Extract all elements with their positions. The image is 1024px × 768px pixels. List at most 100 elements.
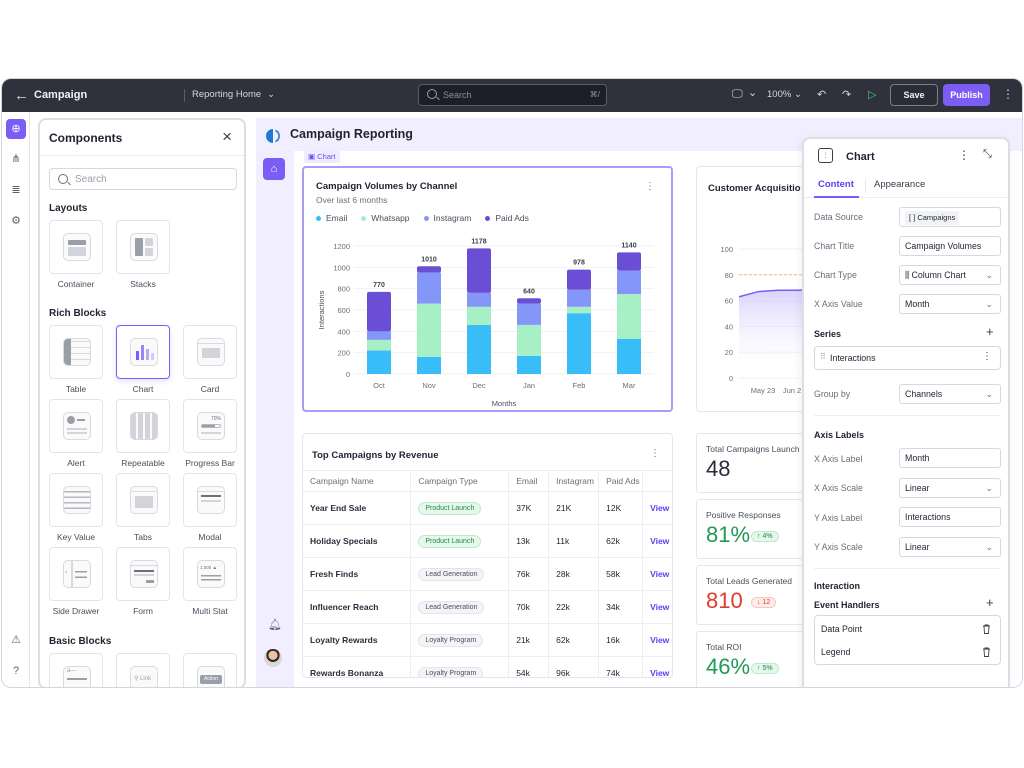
component-tile-progress-bar[interactable]: 70% <box>183 399 237 453</box>
undo-icon[interactable]: ↶ <box>817 88 826 101</box>
more-options-icon[interactable]: ⋮ <box>958 148 970 162</box>
stat-card[interactable]: Positive Responses 81% ↑ 4% <box>696 499 816 559</box>
component-tile-stacks[interactable] <box>116 220 170 274</box>
left-rail: ⊕ ⋔ ≣ ⚙ ⚠ ? <box>2 112 30 687</box>
campaign-volumes-chart-card[interactable]: Campaign Volumes by Channel Over last 6 … <box>302 166 673 412</box>
chevron-down-icon: ⌄ <box>985 270 993 280</box>
components-search-input[interactable]: Search <box>49 168 237 190</box>
stat-card[interactable]: Total Leads Generated 810 ↓ 12 <box>696 565 816 625</box>
chart-title-input[interactable]: Campaign Volumes <box>899 236 1001 256</box>
table-row[interactable]: Influencer Reach Lead Generation 70k 22k 34k… <box>303 590 672 624</box>
column-header[interactable]: Paid Ads <box>598 470 644 492</box>
notification-bell-icon[interactable]: 🔔︎ <box>268 618 282 631</box>
series-item[interactable]: ⠿ Interactions ⋮ <box>814 346 1001 370</box>
component-tile-card[interactable] <box>183 325 237 379</box>
tab-content[interactable]: Content <box>818 179 854 190</box>
tab-appearance[interactable]: Appearance <box>874 179 925 190</box>
component-tile-chart[interactable] <box>116 325 170 379</box>
collapse-icon[interactable]: ⤡ <box>983 148 992 161</box>
column-header[interactable]: Campaign Type <box>410 470 510 492</box>
table-row[interactable]: Loyalty Rewards Loyalty Program 21k 62k 16k V… <box>303 623 672 657</box>
component-tile-repeatable[interactable] <box>116 399 170 453</box>
chevron-down-icon[interactable]: ⌄ <box>748 86 757 99</box>
legend-item[interactable]: Email <box>316 213 347 223</box>
component-tile-modal[interactable] <box>183 473 237 527</box>
chart-more-icon[interactable]: ⋮ <box>645 181 655 192</box>
add-event-handler-icon[interactable]: + <box>986 595 994 610</box>
add-series-icon[interactable]: + <box>986 324 994 339</box>
x-axis-scale-select[interactable]: Linear ⌄ <box>899 478 1001 498</box>
back-arrow-icon[interactable]: ← <box>14 87 29 104</box>
view-details-link[interactable]: View Deta <box>650 569 672 579</box>
table-row[interactable]: Holiday Specials Product Launch 13k 11k 62k V… <box>303 524 672 558</box>
component-tile-tabs[interactable] <box>116 473 170 527</box>
help-icon[interactable]: ? <box>6 661 26 681</box>
view-details-link[interactable]: View Deta <box>650 635 672 645</box>
y-axis-scale-select[interactable]: Linear ⌄ <box>899 537 1001 557</box>
x-axis-label-value: Month <box>905 453 930 463</box>
user-avatar[interactable] <box>264 649 282 667</box>
component-tile-key-value[interactable] <box>49 473 103 527</box>
publish-button[interactable]: Publish <box>943 84 990 106</box>
delete-trash-icon[interactable] <box>982 647 991 657</box>
component-tile-alert[interactable] <box>49 399 103 453</box>
section-title-layouts: Layouts <box>49 203 88 214</box>
legend-item[interactable]: Instagram <box>423 213 471 223</box>
home-icon[interactable]: ⌂ <box>263 158 285 180</box>
stat-card[interactable]: Total Campaigns Launch 48 <box>696 433 816 493</box>
tree-structure-icon[interactable]: ⋔ <box>6 149 26 169</box>
add-component-icon[interactable]: ⊕ <box>6 119 26 139</box>
redo-icon[interactable]: ↷ <box>842 88 851 101</box>
component-tile-multi-stat[interactable]: 1,000 ▲ <box>183 547 237 601</box>
bar-segment <box>567 313 591 374</box>
tile-label: Repeatable <box>121 458 165 468</box>
zoom-level: 100% <box>767 89 792 100</box>
component-tile-container[interactable] <box>49 220 103 274</box>
close-icon[interactable]: × <box>222 127 232 147</box>
play-preview-icon[interactable]: ▷ <box>868 88 876 101</box>
settings-gear-icon[interactable]: ⚙ <box>6 211 26 231</box>
series-more-icon[interactable]: ⋮ <box>982 351 992 362</box>
component-tile-action[interactable]: Action <box>183 653 237 687</box>
view-details-link[interactable]: View Deta <box>650 602 672 612</box>
component-tile-table[interactable] <box>49 325 103 379</box>
table-more-icon[interactable]: ⋮ <box>650 448 660 459</box>
delete-trash-icon[interactable] <box>982 624 991 634</box>
stat-card[interactable]: Total ROI 46% ↑ 5% <box>696 631 816 687</box>
zoom-selector[interactable]: 100% ⌄ <box>767 89 802 100</box>
save-button[interactable]: Save <box>890 84 938 106</box>
table-row[interactable]: Fresh Finds Lead Generation 76k 28k 58k View … <box>303 557 672 591</box>
component-tile-link[interactable]: ⚲ Link <box>116 653 170 687</box>
view-details-link[interactable]: View Deta <box>650 668 672 677</box>
warning-icon[interactable]: ⚠ <box>6 630 26 650</box>
column-header[interactable]: Instagram <box>548 470 600 492</box>
table-row[interactable]: Rewards Bonanza Loyalty Program 54k 96k 74k V… <box>303 656 672 677</box>
y-axis-label-input[interactable]: Interactions <box>899 507 1001 527</box>
global-search-input[interactable]: Search ⌘/ <box>418 84 607 106</box>
column-header[interactable]: Email <box>508 470 550 492</box>
device-preview-icon[interactable]: 🖵 <box>732 88 743 101</box>
database-icon[interactable]: ≣ <box>6 180 26 200</box>
component-tile-text[interactable]: a—z <box>49 653 103 687</box>
group-by-select[interactable]: Channels ⌄ <box>899 384 1001 404</box>
x-tick-label: Jan <box>523 381 535 390</box>
more-options-icon[interactable]: ⋮ <box>1002 87 1014 101</box>
chart-type-select[interactable]: ⫼ Column Chart ⌄ <box>899 265 1001 285</box>
view-details-link[interactable]: View Deta <box>650 503 672 513</box>
customer-acquisition-card[interactable]: Customer Acquisitio 0 20 40 60 80 100 May 23 Ju… <box>696 166 816 412</box>
legend-item[interactable]: Paid Ads <box>485 213 529 223</box>
legend-item[interactable]: Whatsapp <box>361 213 410 223</box>
event-handler-item[interactable]: Legend <box>821 647 850 657</box>
event-handler-item[interactable]: Data Point <box>821 624 862 634</box>
view-details-link[interactable]: View Deta <box>650 536 672 546</box>
x-axis-label-input[interactable]: Month <box>899 448 1001 468</box>
data-source-field[interactable]: [ ] Campaigns <box>899 207 1001 227</box>
page-selector[interactable]: Reporting Home ⌄ <box>192 89 275 100</box>
column-header[interactable] <box>642 470 672 492</box>
column-header[interactable]: Campaign Name <box>303 470 412 492</box>
table-row[interactable]: Year End Sale Product Launch 37K 21K 12K View… <box>303 491 672 525</box>
component-tile-form[interactable] <box>116 547 170 601</box>
component-tile-side-drawer[interactable]: ‹ <box>49 547 103 601</box>
drag-handle-icon[interactable]: ⠿ <box>820 352 826 361</box>
x-axis-value-select[interactable]: Month ⌄ <box>899 294 1001 314</box>
